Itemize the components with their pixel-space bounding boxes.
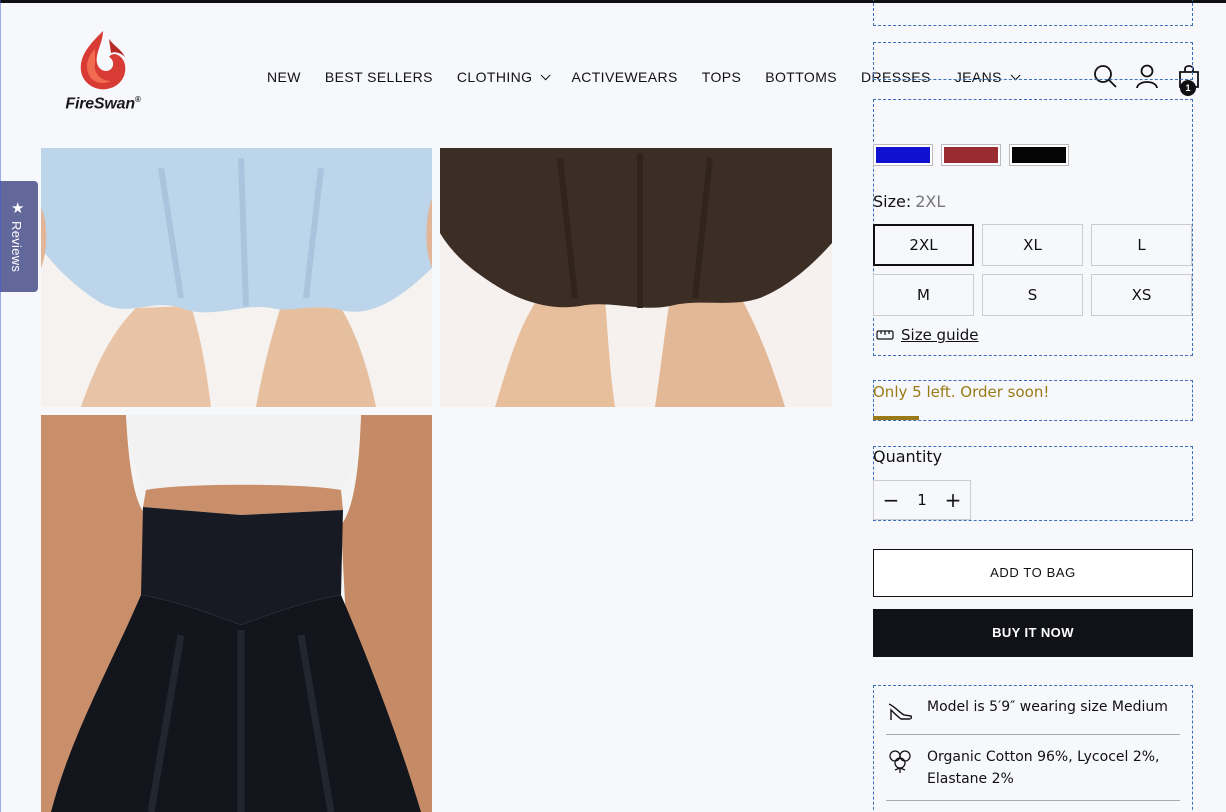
nav-item-bottoms[interactable]: BOTTOMS	[765, 69, 837, 85]
quantity-input[interactable]: 1	[908, 491, 936, 509]
divider	[886, 800, 1180, 801]
ruler-icon	[876, 330, 894, 340]
product-image-light-blue[interactable]	[41, 148, 432, 407]
size-option-s[interactable]: S	[982, 274, 1083, 316]
swatch-fill	[944, 147, 998, 163]
stock-level-bar	[873, 416, 919, 420]
quantity-increase-button[interactable]: +	[936, 481, 970, 519]
nav-item-best-sellers[interactable]: BEST SELLERS	[325, 69, 433, 85]
nav-item-new[interactable]: NEW	[267, 69, 301, 85]
swatch-fill	[1012, 147, 1066, 163]
low-stock-message: Only 5 left. Order soon!	[873, 383, 1050, 401]
size-option-xs[interactable]: XS	[1091, 274, 1192, 316]
color-block-outline	[873, 42, 1193, 80]
add-to-bag-button[interactable]: ADD TO BAG	[873, 549, 1193, 597]
size-guide-label: Size guide	[901, 326, 979, 344]
swatch-fill	[876, 147, 930, 163]
quantity-label: Quantity	[873, 447, 943, 466]
product-image-black[interactable]	[41, 415, 432, 812]
variant-block-outline	[873, 0, 1193, 26]
color-swatch-black[interactable]	[1009, 144, 1069, 166]
divider	[886, 734, 1180, 735]
size-label: Size: 2XL	[873, 192, 946, 211]
detail-row-material: Organic Cotton 96%, Lycocel 2%, Elastane…	[886, 746, 1180, 790]
product-details-box: Model is 5′9″ wearing size Medium Organi…	[873, 685, 1193, 812]
chevron-down-icon	[541, 69, 552, 80]
buy-it-now-button[interactable]: BUY IT NOW	[873, 609, 1193, 657]
viewport-edge	[0, 0, 1, 812]
size-guide-link[interactable]: Size guide	[876, 326, 979, 344]
reviews-side-tab[interactable]: ★ Reviews	[0, 181, 38, 292]
reviews-tab-label: Reviews	[9, 221, 24, 273]
detail-row-model: Model is 5′9″ wearing size Medium	[886, 696, 1180, 724]
quantity-decrease-button[interactable]: −	[874, 481, 908, 519]
high-heel-icon	[888, 703, 913, 720]
color-swatch-blue[interactable]	[873, 144, 933, 166]
quantity-stepper: − 1 +	[873, 480, 971, 520]
size-option-xl[interactable]: XL	[982, 224, 1083, 266]
size-option-m[interactable]: M	[873, 274, 974, 316]
cart-count-badge: 1	[1180, 80, 1196, 96]
star-icon: ★	[11, 199, 25, 217]
cotton-flower-icon	[889, 750, 911, 773]
color-swatch-red[interactable]	[941, 144, 1001, 166]
product-image-brown[interactable]	[440, 148, 832, 407]
size-option-l[interactable]: L	[1091, 224, 1192, 266]
swan-flame-logo-icon	[80, 31, 126, 90]
brand-logo[interactable]: FireSwan®	[51, 29, 155, 115]
size-option-2xl[interactable]: 2XL	[873, 224, 974, 266]
nav-item-clothing[interactable]: CLOTHING	[457, 69, 552, 85]
nav-item-tops[interactable]: TOPS	[702, 69, 741, 85]
nav-item-activewears[interactable]: ACTIVEWEARS	[571, 69, 677, 85]
detail-text: Organic Cotton 96%, Lycocel 2%, Elastane…	[927, 749, 1160, 787]
brand-wordmark: FireSwan®	[65, 95, 141, 113]
detail-text: Model is 5′9″ wearing size Medium	[927, 699, 1168, 715]
selected-size-value: 2XL	[915, 192, 946, 211]
